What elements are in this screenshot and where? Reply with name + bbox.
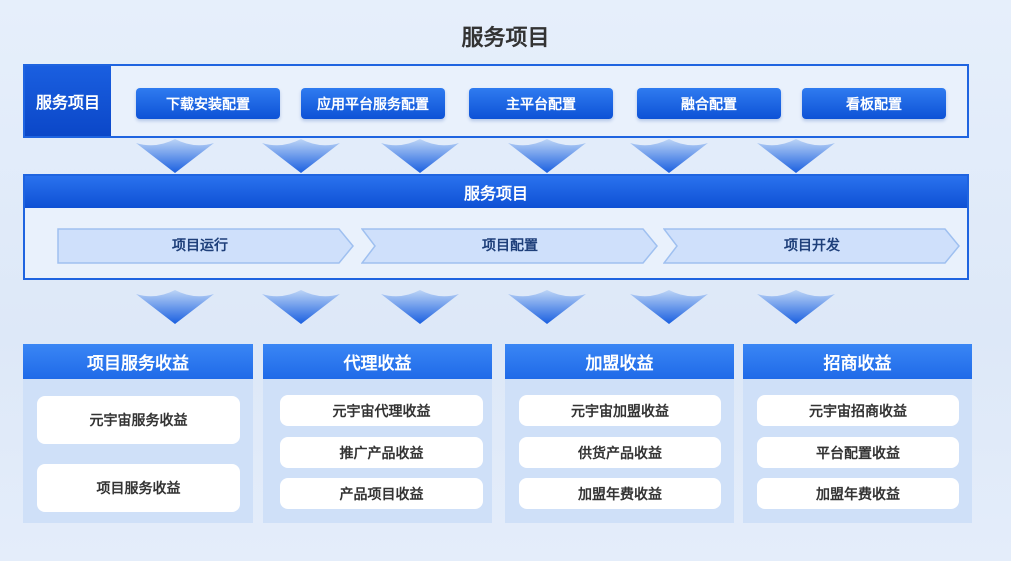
- down-arrow-icon: [381, 290, 459, 324]
- service-config-frame: 服务项目 下载安装配置 应用平台服务配置 主平台配置 融合配置 看板配置: [23, 64, 969, 138]
- revenue-item[interactable]: 元宇宙加盟收益: [519, 395, 721, 426]
- revenue-item[interactable]: 产品项目收益: [280, 478, 483, 509]
- app-platform-service-config-button[interactable]: 应用平台服务配置: [301, 88, 445, 119]
- fusion-config-button[interactable]: 融合配置: [637, 88, 781, 119]
- revenue-item[interactable]: 平台配置收益: [757, 437, 959, 468]
- step-project-run[interactable]: 项目运行: [57, 228, 343, 264]
- service-project-header: 服务项目: [25, 176, 967, 208]
- down-arrow-icon: [381, 139, 459, 173]
- step-project-config[interactable]: 项目配置: [361, 228, 659, 264]
- down-arrow-icon: [262, 290, 340, 324]
- revenue-item[interactable]: 元宇宙代理收益: [280, 395, 483, 426]
- revenue-item[interactable]: 元宇宙招商收益: [757, 395, 959, 426]
- revenue-item[interactable]: 供货产品收益: [519, 437, 721, 468]
- step-project-develop[interactable]: 项目开发: [663, 228, 961, 264]
- main-platform-config-button[interactable]: 主平台配置: [469, 88, 613, 119]
- revenue-item[interactable]: 推广产品收益: [280, 437, 483, 468]
- down-arrow-icon: [136, 290, 214, 324]
- down-arrow-icon: [630, 290, 708, 324]
- down-arrow-icon: [508, 139, 586, 173]
- column-title: 代理收益: [263, 344, 492, 379]
- column-title: 项目服务收益: [23, 344, 253, 379]
- page-title: 服务项目: [461, 26, 550, 51]
- download-install-config-button[interactable]: 下载安装配置: [136, 88, 280, 119]
- service-config-side-label: 服务项目: [25, 66, 111, 136]
- column-agency-revenue: 代理收益 元宇宙代理收益 推广产品收益 产品项目收益: [263, 344, 492, 523]
- column-investment-revenue: 招商收益 元宇宙招商收益 平台配置收益 加盟年费收益: [743, 344, 972, 523]
- column-project-service-revenue: 项目服务收益 元宇宙服务收益 项目服务收益: [23, 344, 253, 523]
- down-arrow-icon: [757, 290, 835, 324]
- down-arrow-icon: [508, 290, 586, 324]
- column-title: 加盟收益: [505, 344, 734, 379]
- service-project-frame: 服务项目 项目运行 项目配置 项目开发: [23, 174, 969, 280]
- revenue-item[interactable]: 加盟年费收益: [757, 478, 959, 509]
- revenue-item[interactable]: 加盟年费收益: [519, 478, 721, 509]
- down-arrow-icon: [262, 139, 340, 173]
- column-title: 招商收益: [743, 344, 972, 379]
- down-arrow-icon: [757, 139, 835, 173]
- revenue-item[interactable]: 元宇宙服务收益: [37, 396, 240, 444]
- revenue-item[interactable]: 项目服务收益: [37, 464, 240, 512]
- column-franchise-revenue: 加盟收益 元宇宙加盟收益 供货产品收益 加盟年费收益: [505, 344, 734, 523]
- dashboard-config-button[interactable]: 看板配置: [802, 88, 946, 119]
- down-arrow-icon: [136, 139, 214, 173]
- down-arrow-icon: [630, 139, 708, 173]
